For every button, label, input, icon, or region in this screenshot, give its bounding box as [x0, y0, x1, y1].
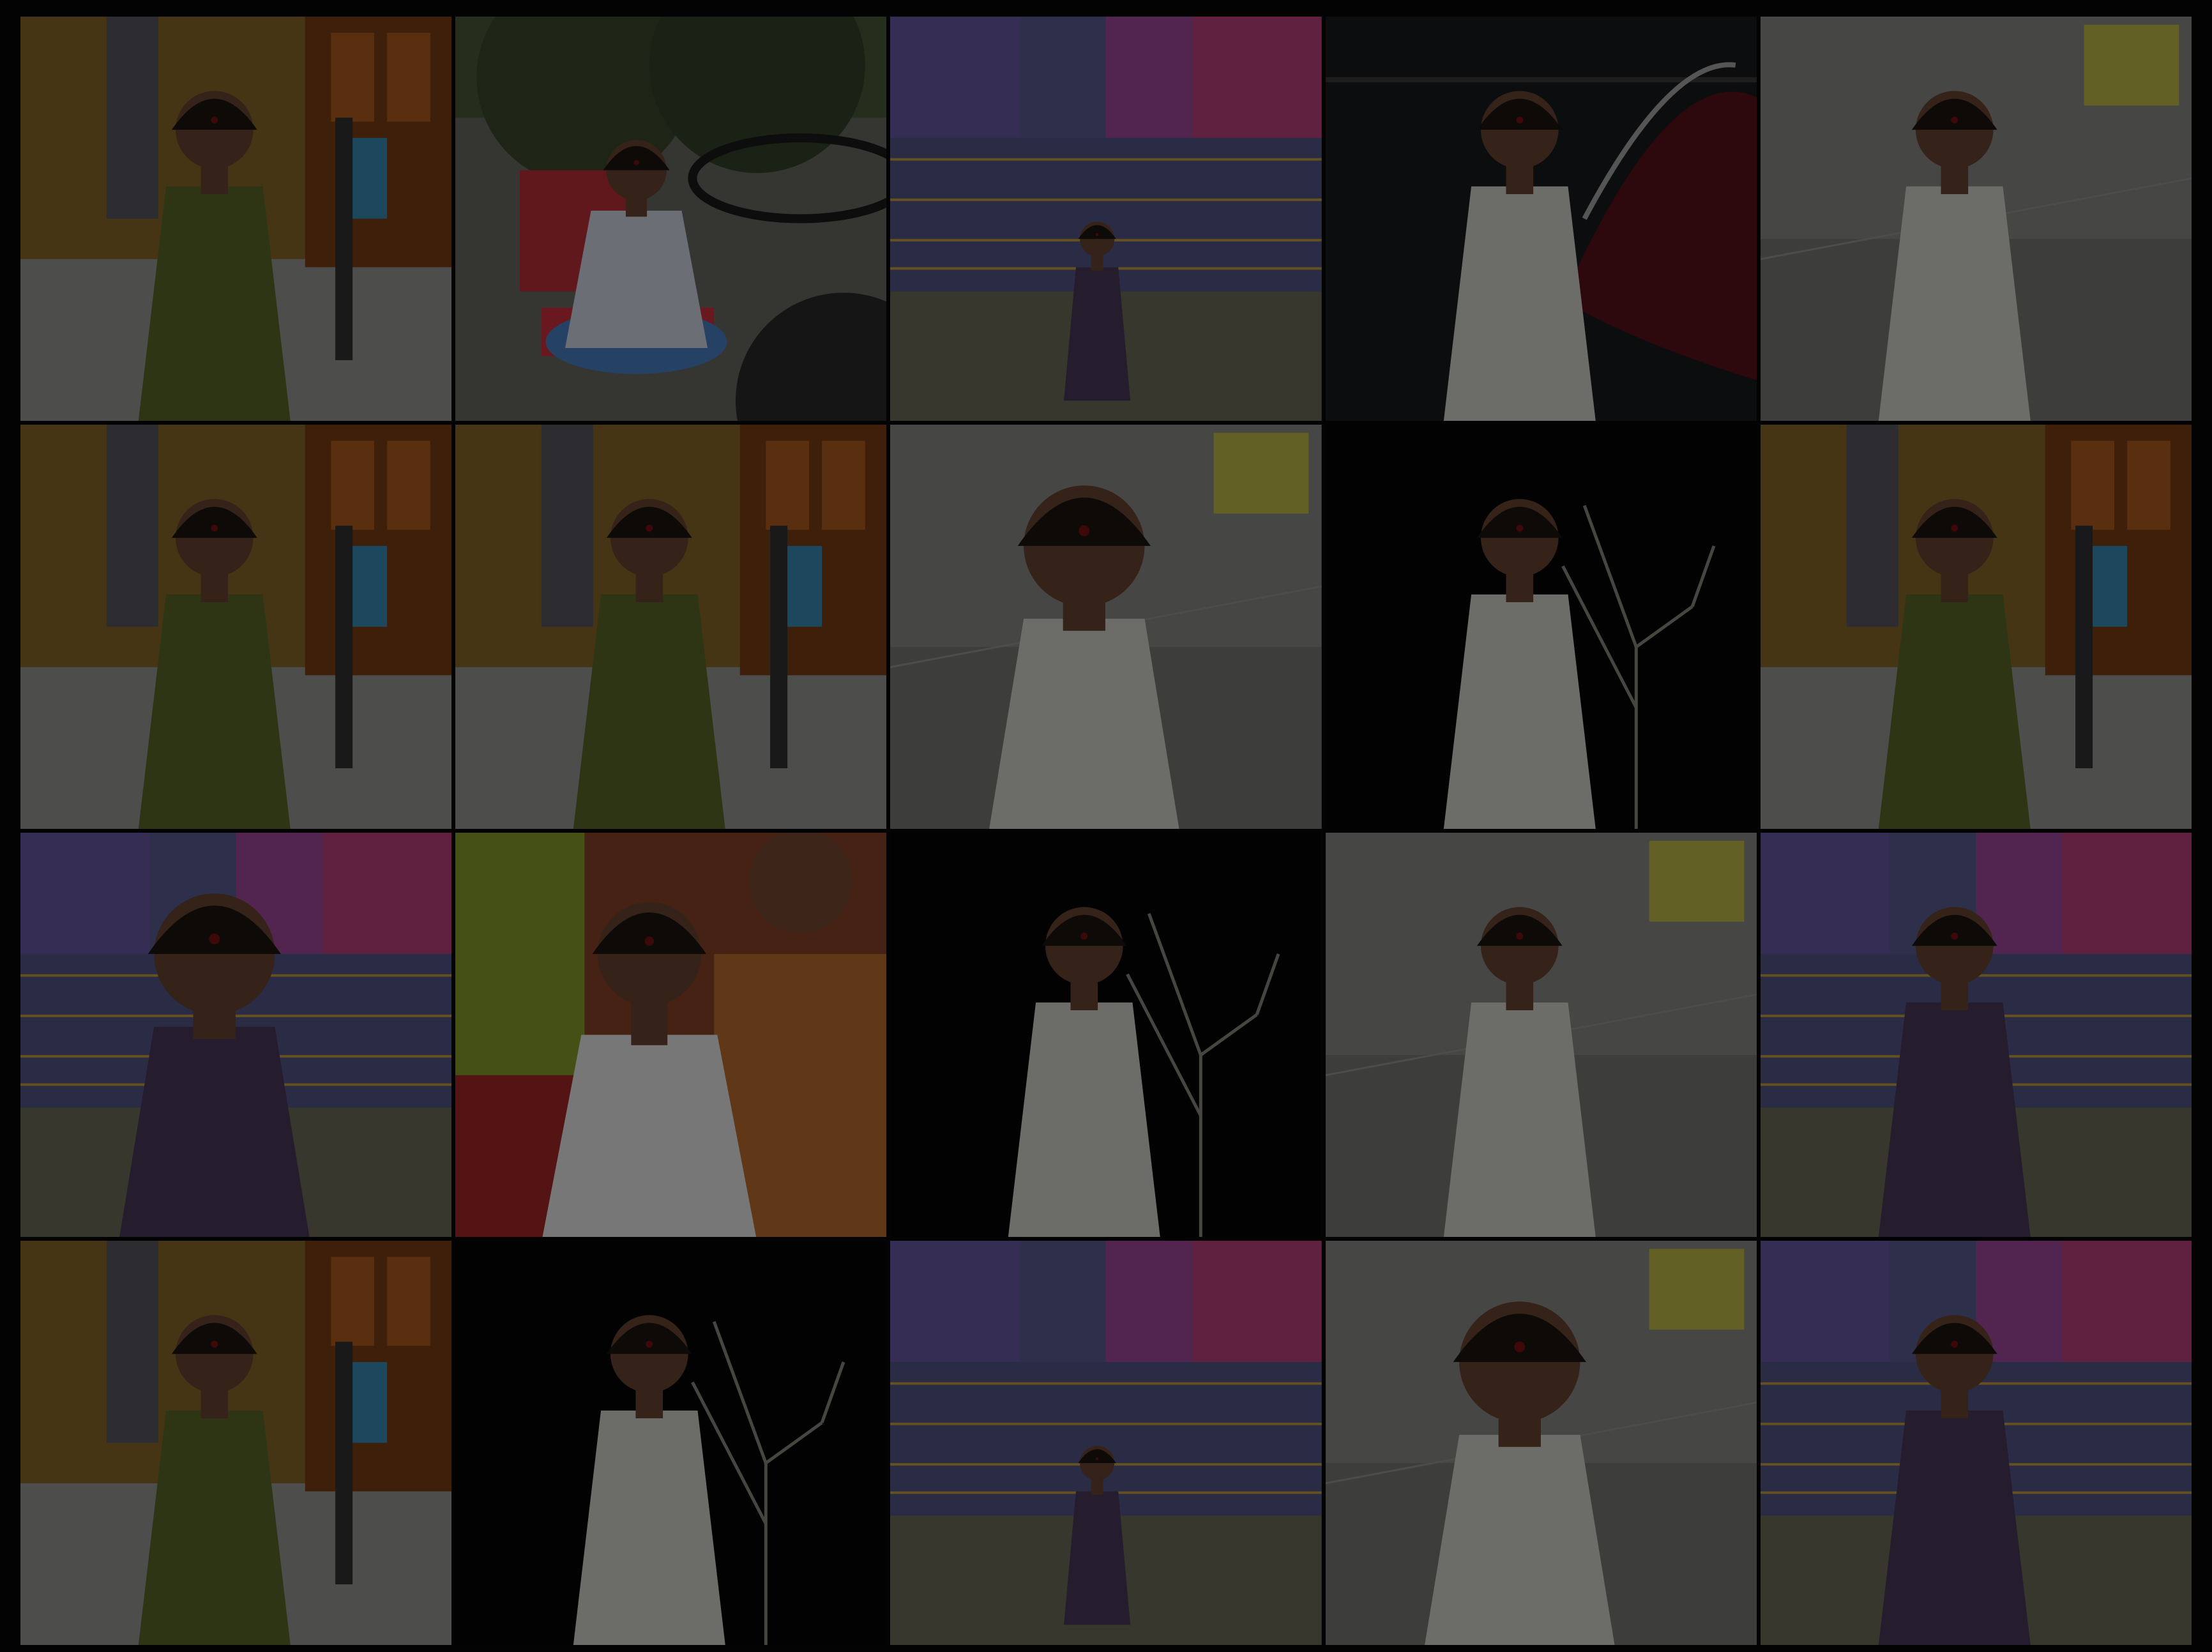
photo-thumbnail[interactable] — [1325, 425, 1757, 829]
photo-image — [1760, 425, 2192, 829]
photo-thumbnail[interactable] — [890, 1241, 1322, 1645]
photo-image — [890, 833, 1322, 1237]
photo-thumbnail[interactable] — [20, 17, 452, 421]
photo-thumbnail[interactable] — [455, 1241, 887, 1645]
photo-thumbnail[interactable] — [455, 17, 887, 421]
photo-image — [20, 1241, 452, 1645]
photo-image — [1325, 1241, 1757, 1645]
photo-thumbnail[interactable] — [20, 1241, 452, 1645]
photo-thumbnail[interactable] — [890, 425, 1322, 829]
photo-image — [890, 425, 1322, 829]
photo-thumbnail[interactable] — [1760, 425, 2192, 829]
photo-image — [20, 425, 452, 829]
photo-image — [1325, 425, 1757, 829]
photo-image — [1760, 1241, 2192, 1645]
photo-thumbnail[interactable] — [890, 833, 1322, 1237]
photo-thumbnail[interactable] — [20, 425, 452, 829]
photo-image — [890, 17, 1322, 421]
photo-thumbnail[interactable] — [455, 425, 887, 829]
photo-image — [20, 17, 452, 421]
photo-thumbnail[interactable] — [890, 17, 1322, 421]
photo-thumbnail[interactable] — [1760, 833, 2192, 1237]
photo-image — [455, 1241, 887, 1645]
photo-thumbnail[interactable] — [1325, 833, 1757, 1237]
photo-image — [1760, 833, 2192, 1237]
photo-thumbnail[interactable] — [1325, 17, 1757, 421]
photo-grid — [20, 17, 2192, 1645]
photo-thumbnail[interactable] — [20, 833, 452, 1237]
photo-image — [455, 833, 887, 1237]
photo-thumbnail[interactable] — [1325, 1241, 1757, 1645]
photo-thumbnail[interactable] — [455, 833, 887, 1237]
photo-thumbnail[interactable] — [1760, 17, 2192, 421]
photo-thumbnail[interactable] — [1760, 1241, 2192, 1645]
photo-image — [20, 833, 452, 1237]
photo-image — [455, 17, 887, 421]
photo-image — [1325, 17, 1757, 421]
photo-image — [890, 1241, 1322, 1645]
photo-image — [455, 425, 887, 829]
photo-image — [1760, 17, 2192, 421]
photo-image — [1325, 833, 1757, 1237]
